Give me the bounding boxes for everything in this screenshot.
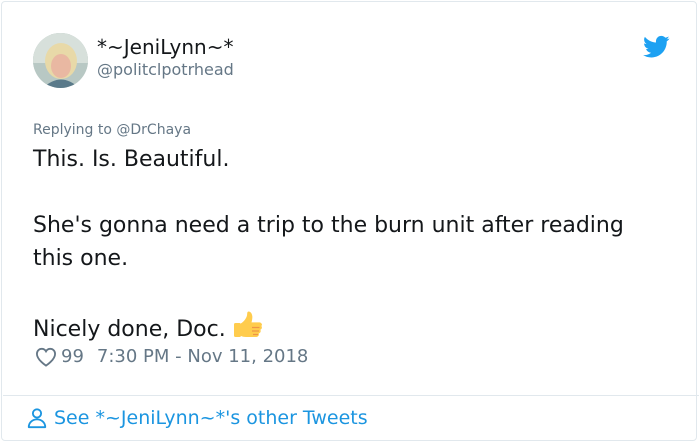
avatar[interactable] [33, 33, 88, 88]
author-display-name[interactable]: *~JeniLynn~* [97, 35, 233, 59]
see-other-tweets-label[interactable]: See *~JeniLynn~*'s other Tweets [54, 407, 368, 429]
twitter-bird-icon[interactable] [643, 35, 670, 59]
tweet-line: She's gonna need a trip to the burn unit… [33, 213, 624, 271]
like-count[interactable]: 99 [61, 346, 84, 367]
tweet-card: *~JeniLynn~* @politclpotrhead Replying t… [1, 1, 699, 441]
divider [3, 395, 699, 396]
thumbs-up-icon [233, 311, 262, 337]
tweet-line: Nicely done, Doc. [33, 317, 226, 342]
replying-to-label: Replying to [33, 122, 112, 138]
replying-to: Replying to @DrChaya [33, 122, 191, 138]
tweet-line-with-emoji: Nicely done, Doc. [33, 308, 653, 346]
heart-icon[interactable] [35, 347, 57, 367]
tweet-text: This. Is. Beautiful. She's gonna need a … [33, 143, 653, 346]
timestamp[interactable]: 7:30 PM - Nov 11, 2018 [97, 346, 308, 367]
replying-to-handle[interactable]: @DrChaya [116, 122, 191, 138]
see-other-tweets-link[interactable]: See *~JeniLynn~*'s other Tweets [26, 407, 368, 429]
tweet-meta: 99 7:30 PM - Nov 11, 2018 [35, 346, 308, 367]
user-icon [27, 408, 47, 429]
author-handle[interactable]: @politclpotrhead [97, 60, 234, 79]
avatar-photo-icon [33, 33, 88, 88]
tweet-line: This. Is. Beautiful. [33, 147, 230, 172]
